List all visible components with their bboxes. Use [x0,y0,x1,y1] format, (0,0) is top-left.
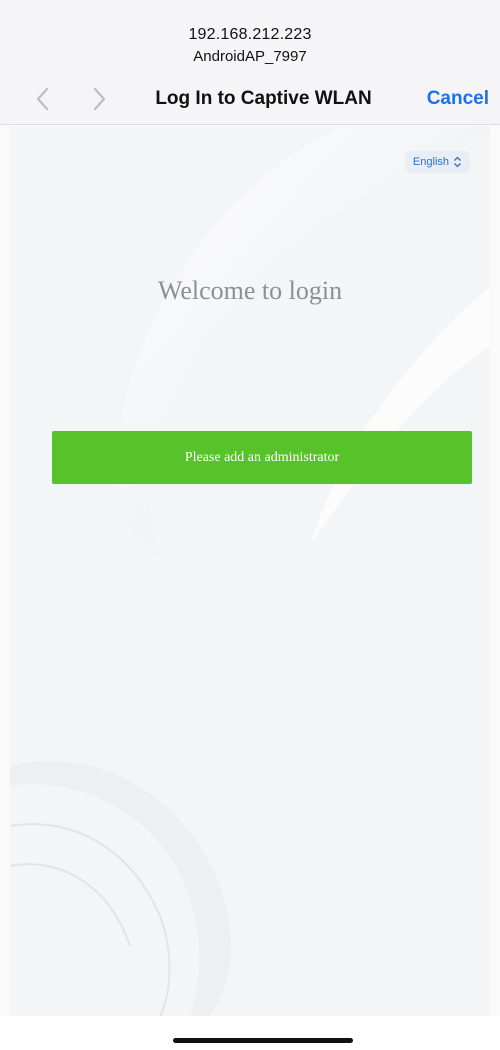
bottom-bar [0,1016,500,1050]
back-button[interactable] [28,84,58,114]
portal-content: English Welcome to login Please add an a… [10,126,490,1016]
add-administrator-button[interactable]: Please add an administrator [52,431,472,484]
cancel-button[interactable]: Cancel [427,88,489,110]
screen: 192.168.212.223 AndroidAP_7997 Log In to… [0,0,500,1050]
page-title: Log In to Captive WLAN [155,88,372,109]
welcome-heading: Welcome to login [157,276,343,305]
network-name: AndroidAP_7997 [193,48,307,65]
background-decoration [10,126,490,1016]
host-address: 192.168.212.223 [188,26,312,43]
language-label: English [412,156,449,168]
home-indicator[interactable] [173,1038,353,1043]
chevron-right-icon [93,87,106,111]
up-down-chevron-icon [454,156,461,168]
captive-portal-header: 192.168.212.223 AndroidAP_7997 Log In to… [0,0,500,125]
forward-button[interactable] [84,84,114,114]
chevron-left-icon [36,87,49,111]
language-selector[interactable]: English [404,151,470,173]
